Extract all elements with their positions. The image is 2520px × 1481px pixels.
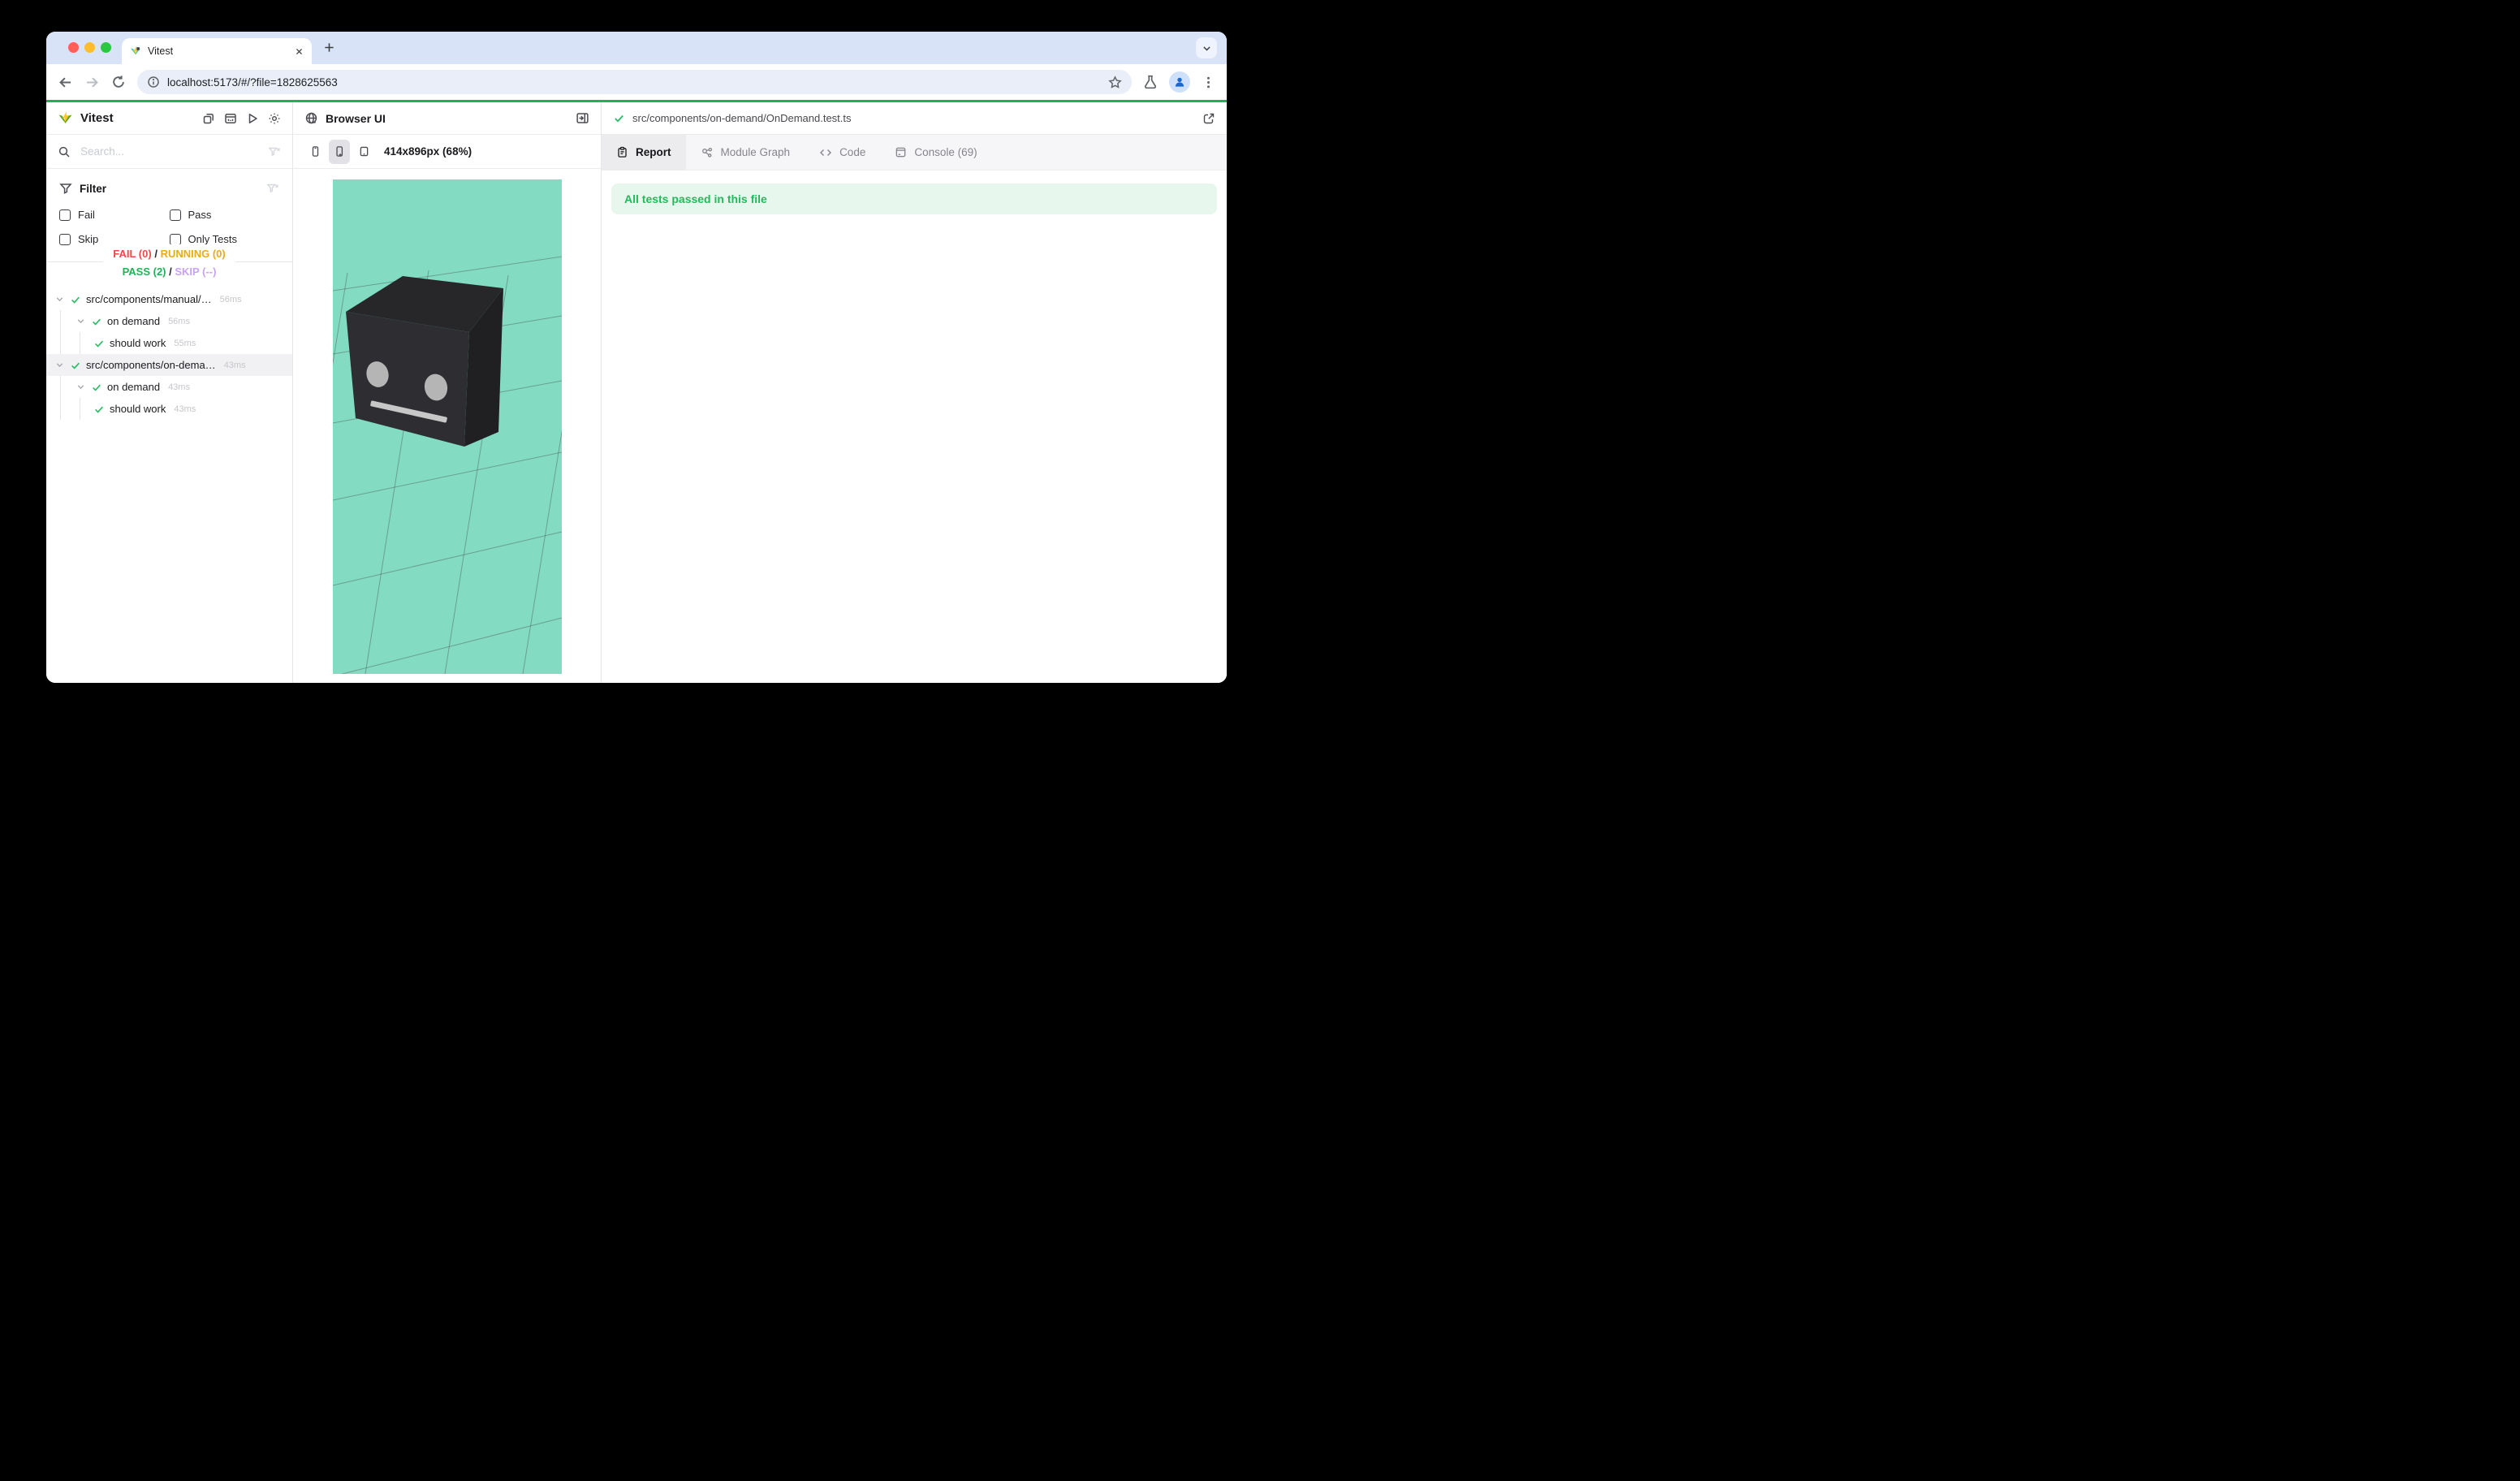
- tab-report[interactable]: Report: [602, 135, 686, 170]
- pass-check-icon: [91, 316, 102, 327]
- filter-funnel-icon: [59, 182, 72, 195]
- tree-row-suite[interactable]: on demand 56ms: [46, 310, 292, 332]
- tree-row-suite[interactable]: on demand 43ms: [46, 376, 292, 398]
- tree-row-test[interactable]: should work 55ms: [46, 332, 292, 354]
- profile-avatar[interactable]: [1169, 71, 1190, 93]
- zoom-window-button[interactable]: [101, 42, 111, 53]
- test-summary: FAIL (0) / RUNNING (0) PASS (2) / SKIP (…: [46, 244, 292, 282]
- checkbox-skip[interactable]: [59, 234, 71, 245]
- browser-ui-panel: Browser UI 414x896px (68%): [293, 102, 602, 683]
- browser-ui-title: Browser UI: [326, 112, 386, 125]
- url-text: localhost:5173/#/?file=1828625563: [167, 76, 1101, 89]
- search-bar: [46, 135, 292, 169]
- rendered-scene: [333, 179, 562, 674]
- reload-button[interactable]: [111, 75, 126, 89]
- module-graph-icon: [701, 146, 714, 159]
- tab-module-graph[interactable]: Module Graph: [686, 135, 805, 170]
- report-content: All tests passed in this file: [602, 171, 1227, 683]
- browser-toolbar: localhost:5173/#/?file=1828625563: [46, 64, 1227, 100]
- pass-check-icon: [93, 404, 105, 415]
- filter-option-fail[interactable]: Fail: [59, 209, 170, 221]
- chevron-down-icon[interactable]: [76, 316, 86, 326]
- indent-guide: [60, 376, 61, 420]
- console-icon: [895, 146, 907, 158]
- cube-head: [346, 276, 503, 447]
- vitest-favicon-icon: [130, 45, 141, 57]
- report-tab-bar: Report Module Graph Code: [602, 135, 1227, 171]
- pass-check-icon: [70, 294, 81, 305]
- test-tree: src/components/manual/… 56ms on demand 5…: [46, 282, 292, 683]
- close-window-button[interactable]: [68, 42, 79, 53]
- tab-code[interactable]: Code: [805, 135, 880, 170]
- summary-running: RUNNING (0): [161, 248, 226, 260]
- pass-check-icon: [93, 338, 105, 349]
- filter-title: Filter: [80, 183, 106, 195]
- report-panel: src/components/on-demand/OnDemand.test.t…: [602, 102, 1227, 683]
- tab-search-chevron-button[interactable]: [1196, 37, 1217, 58]
- globe-icon: [304, 111, 318, 125]
- forward-button[interactable]: [84, 75, 100, 90]
- app-title: Vitest: [80, 111, 114, 125]
- experiments-flask-icon[interactable]: [1143, 75, 1158, 89]
- back-button[interactable]: [58, 75, 73, 90]
- filter-option-skip[interactable]: Skip: [59, 233, 170, 245]
- filter-option-pass[interactable]: Pass: [170, 209, 280, 221]
- sidebar: Vitest: [46, 102, 293, 683]
- device-tablet-button[interactable]: [353, 140, 374, 164]
- search-input[interactable]: [79, 145, 260, 158]
- current-file-path: src/components/on-demand/OnDemand.test.t…: [632, 112, 852, 124]
- url-bar[interactable]: localhost:5173/#/?file=1828625563: [137, 70, 1132, 94]
- device-phone-small-button[interactable]: [304, 140, 326, 164]
- tree-row-file-manual[interactable]: src/components/manual/… 56ms: [46, 288, 292, 310]
- tab-console[interactable]: Console (69): [880, 135, 991, 170]
- chevron-down-icon[interactable]: [54, 360, 65, 370]
- all-tests-passed-banner: All tests passed in this file: [611, 184, 1217, 214]
- browser-tab-vitest[interactable]: Vitest: [122, 38, 312, 64]
- code-icon: [819, 146, 832, 159]
- summary-skip: SKIP (--): [175, 266, 216, 278]
- test-viewport[interactable]: [333, 179, 562, 674]
- ungroup-windows-icon[interactable]: [202, 112, 215, 125]
- pass-check-icon: [70, 360, 81, 371]
- indent-guide: [60, 310, 61, 354]
- collapse-panel-icon[interactable]: [576, 111, 589, 125]
- pass-check-icon: [613, 112, 625, 124]
- tree-row-test[interactable]: should work 43ms: [46, 398, 292, 420]
- dashboard-icon[interactable]: [224, 112, 237, 125]
- tester-canvas: [293, 169, 601, 683]
- search-icon: [58, 145, 71, 158]
- menu-dots-icon[interactable]: [1202, 76, 1215, 89]
- site-info-icon[interactable]: [147, 76, 160, 89]
- browser-window: Vitest localhost:5173/#/?file=1828625563: [46, 32, 1227, 683]
- checkbox-only-tests[interactable]: [170, 234, 181, 245]
- theme-sun-icon[interactable]: [268, 112, 281, 125]
- clipboard-icon: [616, 146, 628, 158]
- chevron-down-icon[interactable]: [76, 382, 86, 392]
- checkbox-fail[interactable]: [59, 209, 71, 221]
- summary-fail: FAIL (0): [113, 248, 151, 260]
- tab-title: Vitest: [148, 45, 288, 57]
- filter-option-only-tests[interactable]: Only Tests: [170, 233, 280, 245]
- chevron-down-icon[interactable]: [54, 294, 65, 304]
- tree-row-file-on-demand[interactable]: src/components/on-dema… 43ms: [46, 354, 292, 376]
- tab-strip: Vitest: [46, 32, 1227, 64]
- run-tests-play-icon[interactable]: [246, 112, 259, 125]
- summary-pass: PASS (2): [123, 266, 166, 278]
- viewport-size-label: 414x896px (68%): [384, 145, 472, 158]
- vitest-logo-icon: [58, 110, 73, 126]
- new-tab-button[interactable]: [323, 41, 335, 54]
- open-external-icon[interactable]: [1202, 112, 1215, 125]
- tab-close-icon[interactable]: [295, 47, 304, 56]
- minimize-window-button[interactable]: [84, 42, 95, 53]
- device-phone-plus-button[interactable]: [329, 140, 350, 164]
- bookmark-star-icon[interactable]: [1108, 76, 1122, 89]
- checkbox-pass[interactable]: [170, 209, 181, 221]
- clear-filter-icon[interactable]: [266, 182, 279, 195]
- pass-check-icon: [91, 382, 102, 393]
- clear-search-filter-icon[interactable]: [268, 145, 281, 158]
